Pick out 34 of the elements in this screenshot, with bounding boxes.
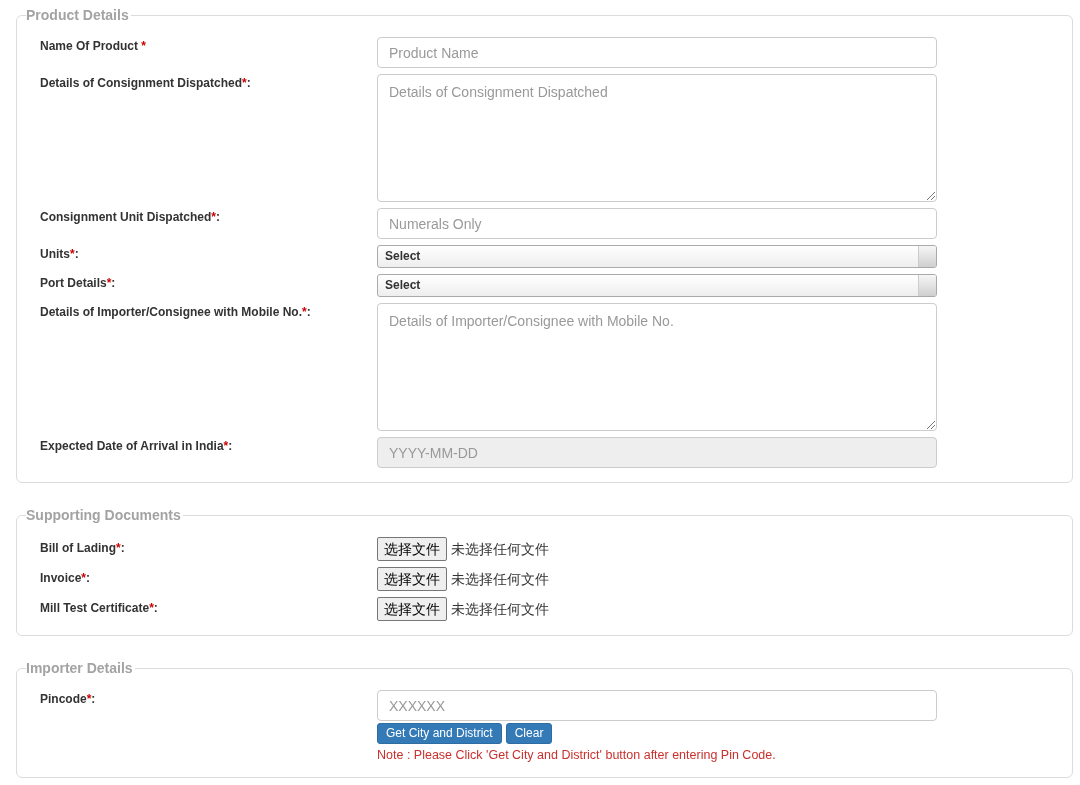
note-text: Note : Please Click 'Get City and District' button after entering Pin Code. [377, 747, 777, 763]
field-label: Name Of Product * [40, 38, 148, 55]
text-area[interactable]: Details of Consignment Dispatched [377, 74, 937, 202]
field-label: Units*: [40, 246, 80, 263]
field-label: Invoice*: [40, 570, 92, 587]
field-label: Details of Importer/Consignee with Mobile No.*: [40, 304, 312, 321]
dropdown-handle-icon[interactable] [918, 275, 936, 296]
section-legend: Supporting Documents [26, 506, 183, 524]
text-area[interactable]: Details of Importer/Consignee with Mobile No. [377, 303, 937, 431]
field-label: Mill Test Certificate*: [40, 600, 159, 617]
choose-file-button[interactable]: 选择文件 [377, 567, 447, 591]
file-status-text: 未选择任何文件 [451, 540, 549, 559]
input-field[interactable]: Product Name [377, 37, 937, 68]
field-label: Bill of Lading*: [40, 540, 126, 557]
dropdown[interactable]: Select [377, 274, 937, 297]
input-field[interactable]: Numerals Only [377, 208, 937, 239]
file-status-text: 未选择任何文件 [451, 570, 549, 589]
choose-file-button[interactable]: 选择文件 [377, 537, 447, 561]
section-legend: Product Details [26, 6, 131, 24]
field-label: Consignment Unit Dispatched*: [40, 209, 221, 226]
file-status-text: 未选择任何文件 [451, 600, 549, 619]
dropdown-handle-icon[interactable] [918, 246, 936, 267]
choose-file-button[interactable]: 选择文件 [377, 597, 447, 621]
input-field[interactable]: XXXXXX [377, 690, 937, 721]
action-button[interactable]: Clear [505, 723, 553, 744]
field-label: Pincode*: [40, 691, 97, 708]
field-label: Expected Date of Arrival in India*: [40, 438, 234, 455]
section-legend: Importer Details [26, 659, 135, 677]
field-label: Details of Consignment Dispatched*: [40, 75, 252, 92]
dropdown[interactable]: Select [377, 245, 937, 268]
resize-grip-icon[interactable] [927, 192, 935, 200]
resize-grip-icon[interactable] [927, 421, 935, 429]
field-label: Port Details*: [40, 275, 117, 292]
action-button[interactable]: Get City and District [377, 723, 502, 744]
